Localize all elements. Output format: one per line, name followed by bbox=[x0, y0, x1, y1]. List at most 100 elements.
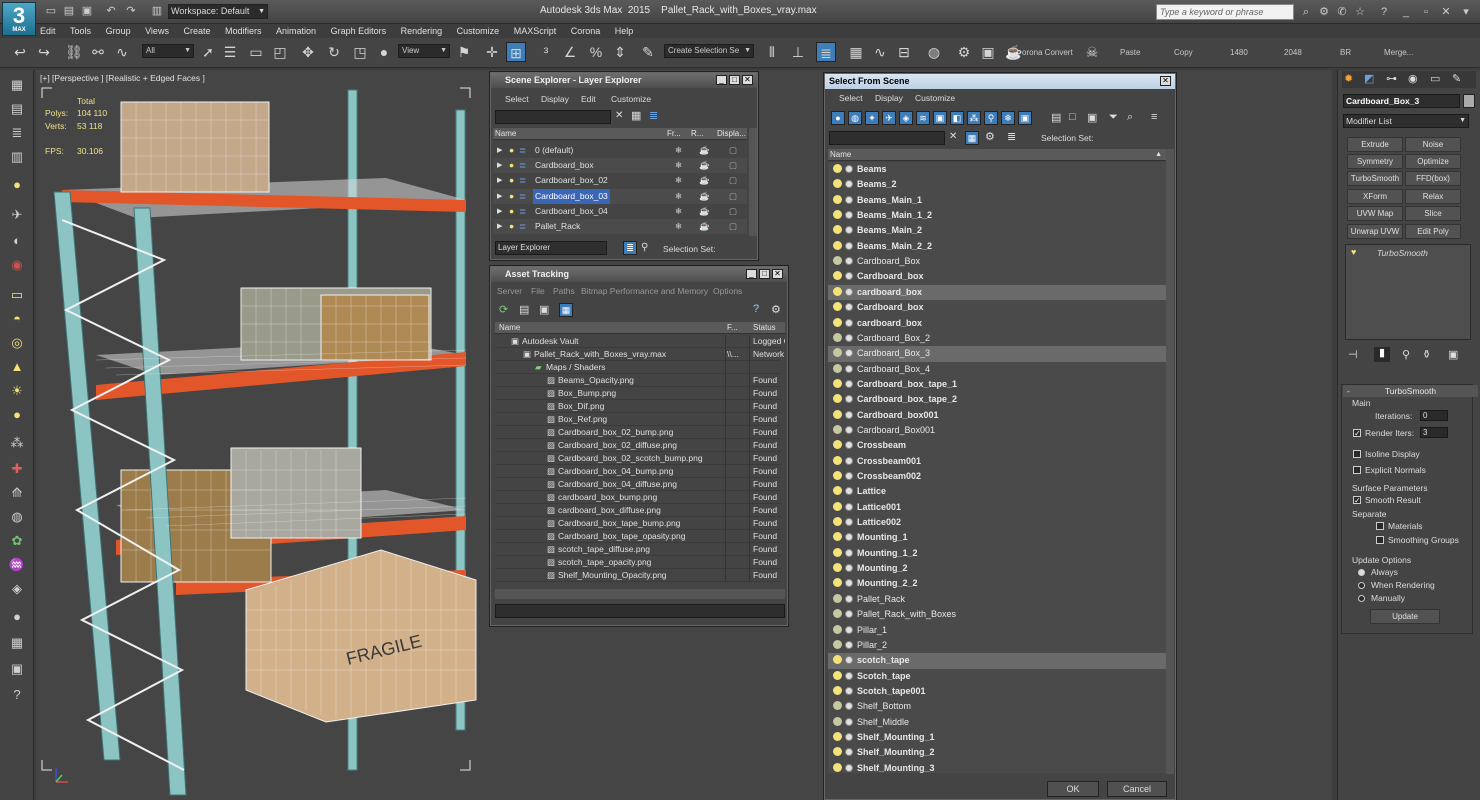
scale-icon[interactable]: ◳ bbox=[350, 42, 370, 62]
close-icon[interactable]: ✕ bbox=[742, 75, 753, 85]
display-box-icon[interactable]: ▢ bbox=[729, 158, 737, 173]
clear-search-icon[interactable]: ✕ bbox=[615, 110, 623, 121]
scene-object-row[interactable]: Shelf_Mounting_1 bbox=[828, 730, 1166, 745]
smoothing-groups-checkbox[interactable] bbox=[1376, 536, 1384, 544]
utilities-tab-icon[interactable]: ✎ bbox=[1452, 72, 1461, 85]
sphere-icon[interactable]: ◐ bbox=[8, 232, 26, 250]
light-bulb-icon[interactable] bbox=[833, 225, 842, 235]
menu-paths[interactable]: Paths bbox=[553, 286, 575, 296]
light-bulb-icon[interactable] bbox=[833, 332, 842, 342]
layer-explorer-toggle-icon[interactable]: ≣ bbox=[623, 241, 637, 255]
create-tab-icon[interactable]: ✹ bbox=[1344, 72, 1353, 85]
light-bulb-icon[interactable] bbox=[833, 348, 842, 358]
light-bulb-icon[interactable] bbox=[833, 716, 842, 726]
light-bulb-icon[interactable] bbox=[833, 424, 842, 434]
scene-search-input[interactable] bbox=[495, 110, 611, 124]
sun-icon[interactable]: ☀ bbox=[8, 382, 26, 400]
expand-arrow-icon[interactable]: ▶ bbox=[497, 189, 502, 204]
light-icon[interactable]: ● bbox=[8, 176, 26, 194]
filter-funnel-icon[interactable]: ⏷ bbox=[1109, 111, 1118, 124]
display-invert-icon[interactable]: ▣ bbox=[1087, 111, 1097, 124]
align-icon[interactable]: ⊥ bbox=[788, 42, 808, 62]
when-rendering-radio[interactable] bbox=[1358, 582, 1365, 589]
object-color-swatch[interactable] bbox=[1463, 94, 1475, 108]
light-bulb-icon[interactable] bbox=[833, 609, 842, 619]
asset-row[interactable]: ▨ Cardboard_box_tape_bump.png Found bbox=[495, 517, 781, 530]
slice-button[interactable]: Slice bbox=[1405, 206, 1461, 221]
layers-add-icon[interactable]: ≣ bbox=[649, 109, 658, 122]
asset-row[interactable]: ▨ Cardboard_box_04_diffuse.png Found bbox=[495, 478, 781, 491]
open-file-icon[interactable]: ▤ bbox=[62, 4, 76, 18]
scene-object-row[interactable]: Crossbeam002 bbox=[828, 469, 1166, 484]
globe-icon[interactable]: ◍ bbox=[8, 508, 26, 526]
col-freeze[interactable]: Fr... bbox=[667, 128, 681, 140]
scene-object-row[interactable]: Shelf_Mounting_2 bbox=[828, 745, 1166, 760]
unwrap-uvw-button[interactable]: Unwrap UVW bbox=[1347, 224, 1403, 239]
light-bulb-icon[interactable] bbox=[833, 547, 842, 557]
copy-button[interactable]: Copy bbox=[1174, 48, 1193, 57]
col-status[interactable]: Status bbox=[753, 322, 776, 334]
pivot-center-icon[interactable]: ⚑ bbox=[454, 42, 474, 62]
light-bulb-icon[interactable] bbox=[833, 455, 842, 465]
light-bulb-icon[interactable] bbox=[833, 194, 842, 204]
filter-icon[interactable]: ▦ bbox=[631, 109, 641, 122]
close-icon[interactable]: ✕ bbox=[1160, 76, 1171, 86]
render-teapot-icon[interactable]: ☕ bbox=[699, 173, 710, 188]
scene-object-row[interactable]: Pillar_2 bbox=[828, 638, 1166, 653]
menu-group[interactable]: Group bbox=[106, 24, 131, 38]
always-radio[interactable] bbox=[1358, 569, 1365, 576]
light-bulb-icon[interactable] bbox=[833, 302, 842, 312]
relax-button[interactable]: Relax bbox=[1405, 189, 1461, 204]
mirror-icon[interactable]: ⫴ bbox=[762, 42, 782, 62]
select-search-input[interactable] bbox=[829, 131, 945, 145]
menu-display[interactable]: Display bbox=[875, 93, 903, 103]
scene-object-row[interactable]: Shelf_Middle bbox=[828, 715, 1166, 730]
display-box-icon[interactable]: ▢ bbox=[729, 204, 737, 219]
communication-icon[interactable]: ✆ bbox=[1334, 4, 1350, 20]
configure-sets-icon[interactable]: ▣ bbox=[1448, 348, 1458, 361]
light-bulb-icon[interactable]: ● bbox=[509, 173, 514, 188]
asset-row[interactable]: ▨ Box_Ref.png Found bbox=[495, 413, 781, 426]
layer-row[interactable]: ▶ ● ≣ Cardboard_box_03 ❄ ☕ ▢ bbox=[493, 188, 747, 204]
resolution-width-button[interactable]: 1480 bbox=[1230, 48, 1248, 57]
cancel-button[interactable]: Cancel bbox=[1107, 781, 1167, 797]
clear-search-icon[interactable]: ✕ bbox=[949, 131, 957, 142]
maximize-icon[interactable]: □ bbox=[729, 75, 740, 85]
sort-up-icon[interactable]: ▲ bbox=[1155, 149, 1162, 161]
menu-views[interactable]: Views bbox=[145, 24, 169, 38]
update-button[interactable]: Update bbox=[1370, 609, 1440, 624]
window-crossing-icon[interactable]: ◰ bbox=[270, 42, 290, 62]
menu-customize[interactable]: Customize bbox=[915, 93, 955, 103]
light-bulb-icon[interactable] bbox=[833, 639, 842, 649]
restore-icon[interactable]: ▫ bbox=[1418, 4, 1434, 20]
layer-name[interactable]: Cardboard_box_04 bbox=[533, 204, 610, 219]
scene-object-row[interactable]: Beams_Main_2_2 bbox=[828, 239, 1166, 254]
percent-snap-icon[interactable]: % bbox=[586, 42, 606, 62]
layer-name[interactable]: Pallet_Rack bbox=[533, 219, 582, 234]
scene-object-row[interactable]: Mounting_2_2 bbox=[828, 576, 1166, 591]
light-bulb-icon[interactable] bbox=[833, 578, 842, 588]
scene-object-row[interactable]: Beams_Main_1_2 bbox=[828, 208, 1166, 223]
extrude-button[interactable]: Extrude bbox=[1347, 137, 1403, 152]
asset-row[interactable]: ▨ Cardboard_box_tape_opasity.png Found bbox=[495, 530, 781, 543]
filter-lights-icon[interactable]: ✦ bbox=[865, 111, 879, 125]
layer-explorer-icon[interactable]: ≣ bbox=[816, 42, 836, 62]
freeze-icon[interactable]: ❄ bbox=[675, 143, 682, 158]
image-view-icon[interactable]: ▣ bbox=[539, 303, 549, 316]
light-bulb-icon[interactable]: ● bbox=[509, 204, 514, 219]
project-folder-icon[interactable]: ▥ bbox=[150, 4, 164, 18]
redo-icon[interactable]: ↪ bbox=[34, 42, 54, 62]
settings-icon[interactable]: ⚙ bbox=[771, 303, 781, 316]
path-input[interactable] bbox=[495, 604, 785, 618]
filter-bones-icon[interactable]: ⁂ bbox=[967, 111, 981, 125]
light-bulb-icon[interactable] bbox=[833, 363, 842, 373]
close-icon[interactable]: ✕ bbox=[1438, 4, 1454, 20]
render-teapot-icon[interactable]: ☕ bbox=[1004, 42, 1024, 62]
asset-row[interactable]: ▨ Cardboard_box_02_scotch_bump.png Found bbox=[495, 452, 781, 465]
asset-row[interactable]: ▨ scotch_tape_diffuse.png Found bbox=[495, 543, 781, 556]
filter-groups-icon[interactable]: ▣ bbox=[933, 111, 947, 125]
motion-tab-icon[interactable]: ◉ bbox=[1408, 72, 1418, 85]
scene-object-row[interactable]: Mounting_1_2 bbox=[828, 546, 1166, 561]
render-teapot-icon[interactable]: ☕ bbox=[699, 143, 710, 158]
filter-xrefs-icon[interactable]: ◧ bbox=[950, 111, 964, 125]
